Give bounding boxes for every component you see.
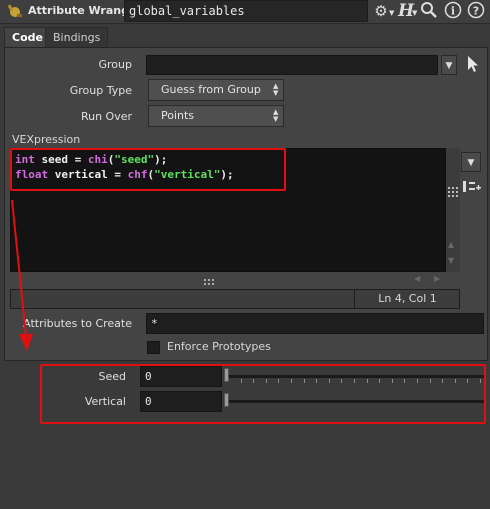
attributes-to-create-value: * [151,317,158,330]
tab-code[interactable]: Code [4,27,51,47]
chevron-down-icon[interactable]: ▼ [412,9,417,17]
chevron-down-icon[interactable]: ▼ [389,9,394,17]
attributes-to-create-field[interactable]: * [146,313,484,334]
group-label: Group [98,58,133,71]
group-type-menu[interactable]: Guess from Group ▲ ▼ [148,79,284,101]
search-icon[interactable] [419,1,439,21]
scroll-left-icon[interactable]: ◀ [414,274,420,283]
cursor-position-text: Ln 4, Col 1 [378,292,437,305]
group-menu-button[interactable]: ▼ [441,55,457,75]
select-arrow-icon[interactable] [466,55,480,73]
node-name-field[interactable]: global_variables [124,0,368,22]
group-type-label: Group Type [69,84,132,97]
enforce-prototypes-label: Enforce Prototypes [167,340,271,353]
scroll-down-icon[interactable]: ▼ [448,256,454,265]
run-over-menu[interactable]: Points ▲ ▼ [148,105,284,127]
vexpression-label: VEXpression [12,133,81,146]
gear-icon[interactable]: ⚙ [371,1,391,21]
group-field[interactable] [146,55,438,75]
annotation-code-box [10,148,286,191]
svg-text:?: ? [473,5,479,18]
group-type-value: Guess from Group [161,83,261,96]
annotation-spare-parms-box [40,364,486,424]
scroll-right-icon[interactable]: ▶ [434,274,440,283]
wrangle-node-icon [6,3,24,21]
scroll-up-icon[interactable]: ▲ [448,240,454,249]
cursor-position-status: Ln 4, Col 1 [354,289,460,309]
run-over-value: Points [161,109,195,122]
attributes-to-create-label: Attributes to Create [23,317,132,330]
horizontal-grip-icon[interactable] [203,275,217,285]
question-icon[interactable]: ? [466,1,486,21]
info-icon[interactable]: i [443,1,463,21]
run-over-label: Run Over [80,110,132,123]
svg-text:i: i [451,5,455,18]
up-down-arrows-icon: ▲ ▼ [273,108,279,123]
create-spare-parms-icon[interactable] [462,178,482,196]
resize-grip-icon[interactable] [447,186,459,198]
vex-menu-button[interactable]: ▼ [461,152,481,172]
tab-bindings[interactable]: Bindings [45,27,109,47]
editor-scrollbar[interactable] [446,148,460,272]
enforce-prototypes-checkbox[interactable] [147,341,160,354]
up-down-arrows-icon: ▲ ▼ [273,82,279,97]
